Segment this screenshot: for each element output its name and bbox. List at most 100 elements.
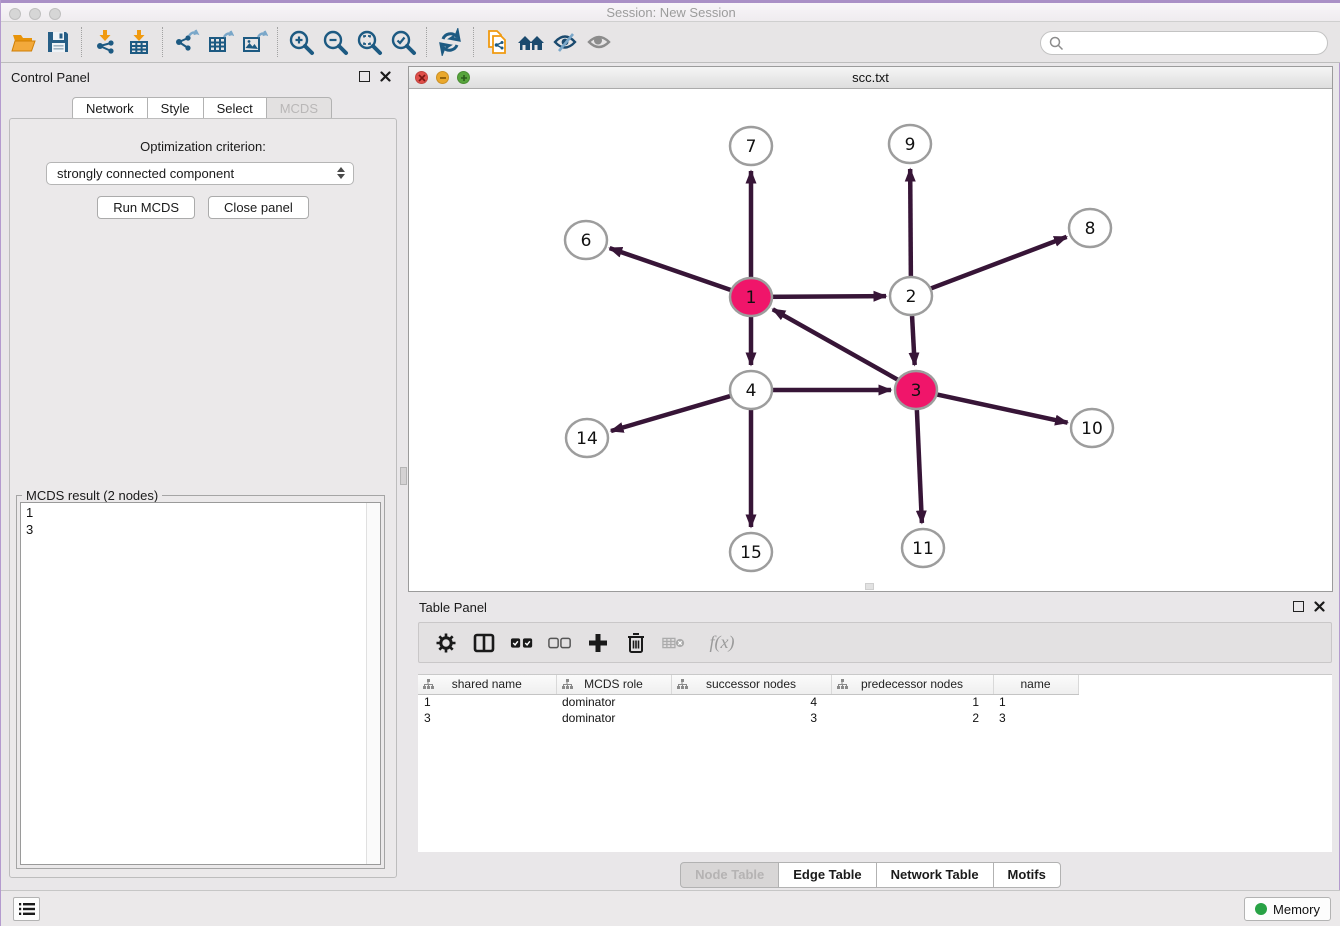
column-header-successor-nodes[interactable]: successor nodes [671,675,831,694]
zoom-selected-icon[interactable] [386,26,420,58]
edge-4-14[interactable] [611,393,741,431]
column-label: MCDS role [584,677,643,691]
add-column-icon[interactable] [586,630,610,656]
cell-name[interactable]: 1 [993,694,1078,710]
node-label-15: 15 [740,543,762,563]
column-header-predecessor-nodes[interactable]: predecessor nodes [831,675,993,694]
cell-successor-nodes[interactable]: 3 [671,710,831,726]
export-image-icon[interactable] [237,26,271,58]
status-bar: Memory [1,890,1340,926]
column-header-shared-name[interactable]: shared name [418,675,556,694]
splitter-handle[interactable] [400,467,407,485]
gear-icon[interactable] [434,630,458,656]
close-panel-icon[interactable] [380,71,391,82]
function-builder-icon[interactable]: f(x) [700,630,744,656]
criterion-select[interactable]: strongly connected component [46,162,354,185]
node-8[interactable]: 8 [1069,209,1111,247]
network-window-titlebar[interactable]: scc.txt [409,67,1332,89]
edge-3-1[interactable] [773,309,908,385]
edge-3-11[interactable] [916,400,921,523]
column-label: successor nodes [706,677,796,691]
mcds-result-title: MCDS result (2 nodes) [22,488,162,503]
cell-shared-name[interactable]: 1 [418,694,556,710]
search-container [1040,31,1328,55]
node-table-grid[interactable]: shared name MCDS role successor nodes prede… [418,675,1079,726]
mcds-result-area[interactable]: 1 3 [20,502,381,865]
run-mcds-button[interactable]: Run MCDS [97,196,195,219]
search-input[interactable] [1040,31,1328,55]
memory-label: Memory [1273,902,1320,917]
canvas-resize-grip[interactable] [865,583,874,590]
result-scrollbar[interactable] [366,503,380,864]
status-menu-button[interactable] [13,897,40,921]
cell-predecessor-nodes[interactable]: 1 [831,694,993,710]
cell-name[interactable]: 3 [993,710,1078,726]
edge-1-2[interactable] [761,296,886,297]
delete-table-icon[interactable] [662,630,686,656]
float-table-panel-icon[interactable] [1293,601,1304,612]
show-graphics-details-icon[interactable] [548,26,582,58]
app-titlebar: Session: New Session [1,0,1340,22]
cell-successor-nodes[interactable]: 4 [671,694,831,710]
node-2[interactable]: 2 [890,277,932,315]
network-canvas[interactable]: 7 9 6 8 1 2 4 3 14 10 15 11 [409,89,1332,591]
home-icon[interactable] [514,26,548,58]
node-6[interactable]: 6 [565,221,607,259]
tab-network-table[interactable]: Network Table [876,862,994,888]
edge-2-8[interactable] [920,237,1066,293]
node-1[interactable]: 1 [730,278,772,316]
tab-motifs[interactable]: Motifs [993,862,1061,888]
save-session-icon[interactable] [41,26,75,58]
import-network-icon[interactable] [88,26,122,58]
open-session-icon[interactable] [7,26,41,58]
mcds-result-text: 1 3 [21,503,380,539]
delete-column-icon[interactable] [624,630,648,656]
node-label-6: 6 [581,231,592,251]
node-14[interactable]: 14 [566,419,608,457]
zoom-in-icon[interactable] [284,26,318,58]
edge-1-6[interactable] [610,248,742,294]
table-row[interactable]: 3dominator323 [418,710,1078,726]
refresh-icon[interactable] [433,26,467,58]
node-15[interactable]: 15 [730,533,772,571]
zoom-out-icon[interactable] [318,26,352,58]
unselect-all-icon[interactable] [548,630,572,656]
cell-shared-name[interactable]: 3 [418,710,556,726]
node-label-14: 14 [576,429,598,449]
eye-icon[interactable] [582,26,616,58]
node-7[interactable]: 7 [730,127,772,165]
mcds-result-group: MCDS result (2 nodes) 1 3 [16,495,385,869]
cell-MCDS-role[interactable]: dominator [556,694,671,710]
table-row[interactable]: 1dominator411 [418,694,1078,710]
split-columns-icon[interactable] [472,630,496,656]
float-panel-icon[interactable] [359,71,370,82]
column-header-MCDS-role[interactable]: MCDS role [556,675,671,694]
node-10[interactable]: 10 [1071,409,1113,447]
import-table-icon[interactable] [122,26,156,58]
export-network-icon[interactable] [169,26,203,58]
node-3[interactable]: 3 [895,371,937,409]
network-view-window: scc.txt 7 9 6 8 1 2 4 3 14 10 15 11 [408,66,1333,592]
export-table-icon[interactable] [203,26,237,58]
panel-splitter[interactable] [399,63,408,890]
network-graph[interactable]: 7 9 6 8 1 2 4 3 14 10 15 11 [409,89,1332,591]
node-4[interactable]: 4 [730,371,772,409]
table-panel-tabs: Node TableEdge TableNetwork TableMotifs [408,862,1333,888]
cell-MCDS-role[interactable]: dominator [556,710,671,726]
close-panel-button[interactable]: Close panel [208,196,309,219]
memory-button[interactable]: Memory [1244,897,1331,921]
select-all-icon[interactable] [510,630,534,656]
edge-3-10[interactable] [926,392,1068,423]
node-label-4: 4 [746,381,757,401]
clone-network-icon[interactable] [480,26,514,58]
column-label: shared name [452,677,522,691]
column-header-name[interactable]: name [993,675,1078,694]
cell-predecessor-nodes[interactable]: 2 [831,710,993,726]
close-table-panel-icon[interactable] [1314,601,1325,612]
node-9[interactable]: 9 [889,125,931,163]
tab-edge-table[interactable]: Edge Table [778,862,876,888]
tab-node-table[interactable]: Node Table [680,862,779,888]
node-11[interactable]: 11 [902,529,944,567]
edge-2-9[interactable] [910,169,911,286]
zoom-fit-icon[interactable] [352,26,386,58]
